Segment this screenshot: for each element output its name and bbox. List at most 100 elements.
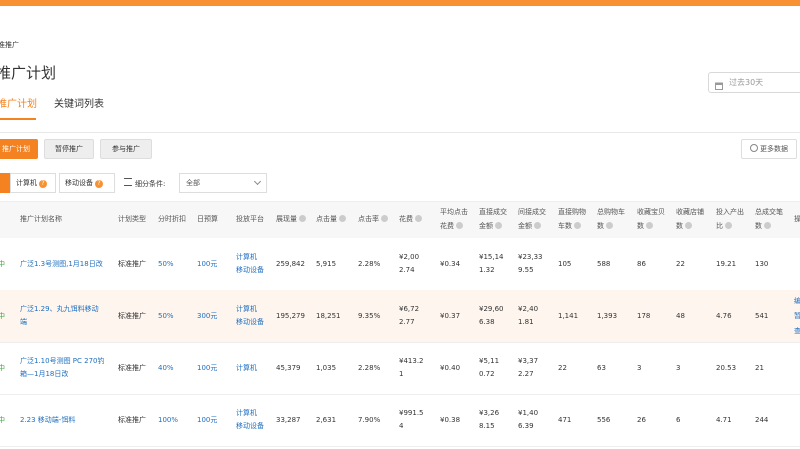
column-header[interactable]: 日预算	[197, 212, 218, 226]
status-text: 中	[0, 312, 5, 320]
tab-keywords[interactable]: 关键词列表	[54, 95, 104, 110]
column-header[interactable]: 花费	[399, 212, 422, 226]
daily-budget-link[interactable]: 100元	[197, 258, 217, 271]
plan-type: 标准推广	[118, 416, 146, 424]
device-filter-all[interactable]	[0, 173, 10, 193]
column-header[interactable]: 操	[794, 212, 800, 226]
click-rate: 2.28%	[358, 260, 381, 268]
cost-line: ¥991.5	[399, 409, 424, 417]
column-header[interactable]: 投放平台	[236, 212, 264, 226]
roi: 19.21	[716, 260, 737, 268]
tab-campaigns[interactable]: 推广计划	[0, 95, 37, 110]
cost: ¥413.2 1	[399, 355, 424, 381]
device-pc-label: 计算机	[16, 179, 37, 187]
column-header[interactable]: 投入产出比	[716, 205, 744, 233]
indirect-sales-line: 1.81	[518, 318, 534, 326]
device-filter-mobile[interactable]: 移动设备?	[59, 173, 115, 193]
column-header-text: 花费	[399, 212, 422, 226]
clicks: 2,631	[316, 416, 337, 424]
total-cart: 63	[597, 364, 606, 372]
help-icon[interactable]	[764, 222, 771, 229]
column-header[interactable]: 分时折扣	[158, 212, 186, 226]
time-discount-link[interactable]: 40%	[158, 362, 174, 375]
help-icon[interactable]	[606, 222, 613, 229]
pause-promotion-button[interactable]: 暂停推广	[44, 139, 94, 159]
row-action-link[interactable]: 编	[794, 294, 800, 309]
join-promotion-button[interactable]: 参与推广	[100, 139, 152, 159]
campaign-name-link[interactable]: 广泛1.3号测图,1月18日改	[20, 258, 103, 271]
column-header[interactable]: 推广计划名称	[20, 212, 62, 226]
help-icon[interactable]: ?	[39, 180, 47, 188]
row-action-link[interactable]: 查	[794, 324, 800, 339]
cost: ¥2,00 2.74	[399, 251, 419, 277]
column-header-text: 数	[637, 219, 665, 233]
column-header[interactable]: 平均点击 花费	[440, 205, 468, 233]
column-header-text: 直接成交	[479, 208, 507, 216]
campaign-name-link[interactable]: 2.23 移动端-饵料	[20, 414, 75, 427]
help-icon[interactable]	[685, 222, 692, 229]
column-header[interactable]: 间接成交 金额	[518, 205, 546, 233]
date-range-picker[interactable]: 过去30天	[708, 72, 800, 93]
time-discount-link[interactable]: 50%	[158, 310, 174, 323]
platform-link-line: 计算机	[236, 253, 257, 261]
plan-type: 标准推广	[118, 364, 146, 372]
impressions: 33,287	[276, 416, 301, 424]
direct-cart: 22	[558, 364, 567, 372]
click-rate: 7.90%	[358, 416, 381, 424]
column-header[interactable]: 计划类型	[118, 212, 146, 226]
time-discount-link[interactable]: 50%	[158, 258, 174, 271]
daily-budget-link[interactable]: 100元	[197, 414, 217, 427]
column-header-text: 展现量	[276, 212, 306, 226]
table-row[interactable]: 中 广泛1.10号测图 PC 270钓 箱—1月18日改 标准推广 40% 100元 计算机…	[0, 342, 800, 395]
help-icon[interactable]	[339, 215, 346, 222]
table-row[interactable]: 中 广泛1.29、丸九饵料移动端 标准推广 50% 300元 计算机 移动设备 195,279…	[0, 290, 800, 343]
direct-sales: ¥29,60 6.38	[479, 303, 504, 329]
segment-select[interactable]: 全部	[179, 173, 267, 193]
campaign-name-link[interactable]: 广泛1.29、丸九饵料移动端	[20, 303, 99, 329]
column-header[interactable]: 收藏宝贝数	[637, 205, 665, 233]
column-header[interactable]: 直接成交 金额	[479, 205, 507, 233]
daily-budget-link[interactable]: 300元	[197, 310, 217, 323]
indirect-sales: ¥23,33 9.55	[518, 251, 543, 277]
help-icon[interactable]	[495, 222, 502, 229]
direct-cart: 471	[558, 416, 572, 424]
help-icon[interactable]	[456, 222, 463, 229]
daily-budget-link[interactable]: 100元	[197, 362, 217, 375]
help-icon[interactable]	[381, 215, 388, 222]
campaign-name-link[interactable]: 广泛1.10号测图 PC 270钓 箱—1月18日改	[20, 355, 105, 381]
column-header[interactable]: 展现量	[276, 212, 306, 226]
new-campaign-button[interactable]: 推广计划	[0, 139, 38, 159]
column-header[interactable]: 总成交笔数	[755, 205, 783, 233]
column-header[interactable]: 收藏店铺数	[676, 205, 704, 233]
platform-link[interactable]: 计算机 移动设备	[236, 251, 264, 277]
help-icon[interactable]	[534, 222, 541, 229]
help-icon[interactable]	[299, 215, 306, 222]
platform-link[interactable]: 计算机 移动设备	[236, 407, 264, 433]
indirect-sales-line: 9.55	[518, 266, 534, 274]
help-icon[interactable]	[415, 215, 422, 222]
column-header-text: 数	[755, 219, 783, 233]
device-filter-pc[interactable]: 计算机?	[10, 173, 56, 193]
help-icon[interactable]	[574, 222, 581, 229]
help-icon[interactable]	[646, 222, 653, 229]
help-icon[interactable]	[725, 222, 732, 229]
platform-link[interactable]: 计算机	[236, 362, 257, 375]
column-header[interactable]: 总购物车数	[597, 205, 625, 233]
row-action-link[interactable]: 暂	[794, 309, 800, 324]
table-row[interactable]: 中 广泛1.3号测图,1月18日改 标准推广 50% 100元 计算机 移动设备 259,84…	[0, 238, 800, 291]
help-icon[interactable]: ?	[95, 180, 103, 188]
column-header[interactable]: 直接购物 车数	[558, 205, 586, 233]
column-header[interactable]: 点击率	[358, 212, 388, 226]
more-data-button[interactable]: 更多数据	[741, 139, 797, 159]
column-header-text: 间接成交	[518, 208, 546, 216]
campaign-name-link-line: 箱—1月18日改	[20, 370, 69, 378]
column-header[interactable]: 点击量	[316, 212, 346, 226]
clicks: 1,035	[316, 364, 337, 372]
row-actions[interactable]: 编暂查	[794, 294, 800, 339]
page-title: 推广计划	[0, 64, 57, 82]
breadcrumb: 准推广	[0, 41, 19, 49]
platform-link[interactable]: 计算机 移动设备	[236, 303, 264, 329]
status-text: 中	[0, 260, 5, 268]
time-discount-link[interactable]: 100%	[158, 414, 178, 427]
table-row[interactable]: 中 2.23 移动端-饵料 标准推广 100% 100元 计算机 移动设备 33,287 2,6…	[0, 394, 800, 447]
